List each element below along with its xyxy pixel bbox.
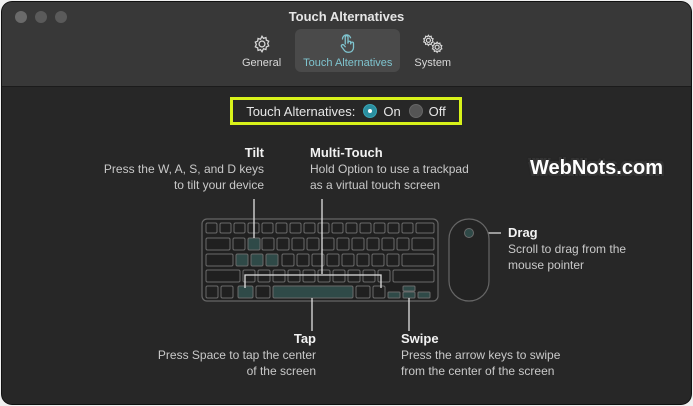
key-down-arrow: [402, 291, 416, 299]
key-a: [235, 253, 249, 267]
key-left-arrow: [387, 291, 401, 299]
key-w: [247, 237, 261, 251]
key-up-arrow: [402, 285, 416, 292]
key-d: [265, 253, 279, 267]
mouse-pointer-dot: [464, 228, 474, 238]
preferences-window: Touch Alternatives General Touch Alterna…: [2, 2, 691, 404]
key-right-arrow: [417, 291, 431, 299]
key-space: [272, 285, 354, 299]
key-s: [250, 253, 264, 267]
keyboard-mouse-illustration: [201, 199, 501, 331]
